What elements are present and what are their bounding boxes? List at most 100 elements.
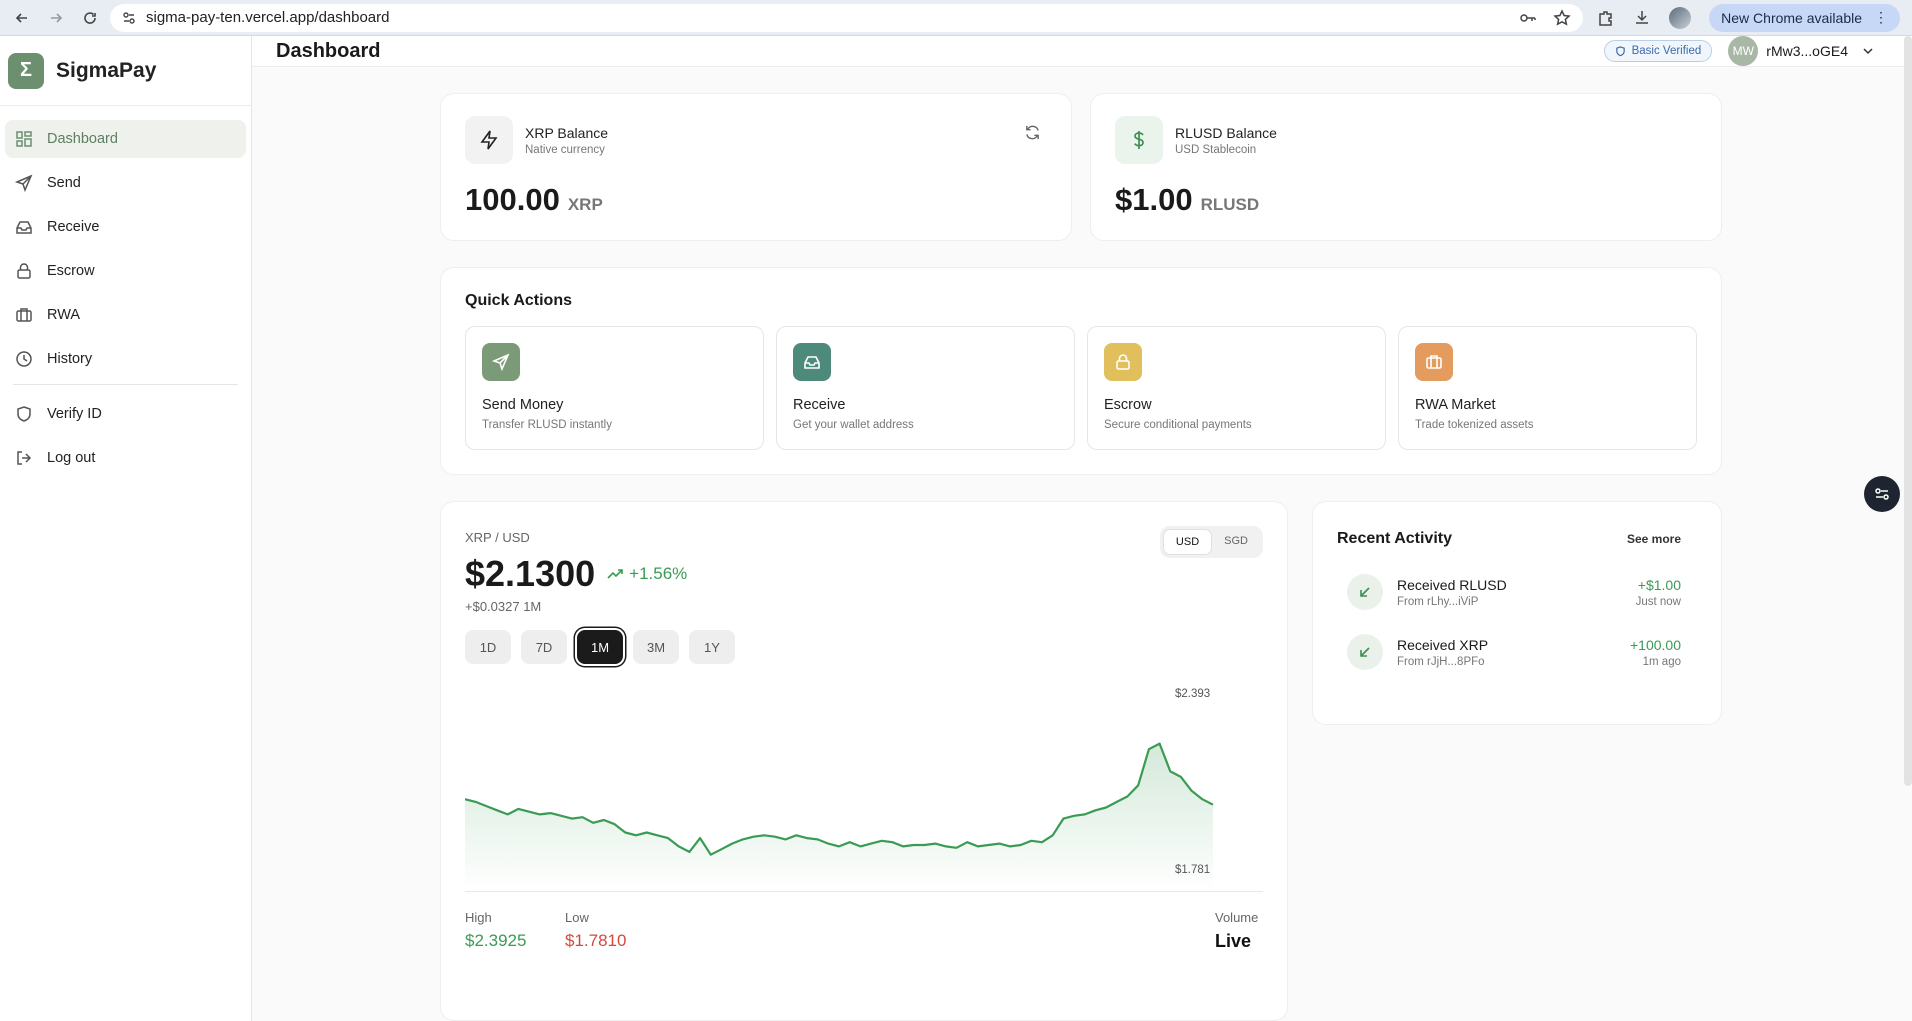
see-more-link[interactable]: See more [1627,532,1681,546]
main-area: Dashboard Basic Verified MW rMw3...oGE4 [252,36,1912,1021]
inbox-icon [793,343,831,381]
balance-name: XRP Balance [525,124,609,141]
currency-usd-button[interactable]: USD [1162,529,1213,555]
activity-item[interactable]: Received RLUSD From rLhy...iViP +$1.00 J… [1337,574,1697,610]
back-icon[interactable] [8,4,36,32]
balance-amount: $1.00 RLUSD [1115,182,1697,218]
balance-value: 100.00 [465,182,560,217]
sidebar-item-escrow[interactable]: Escrow [5,252,246,290]
lock-icon [15,262,33,280]
brand[interactable]: Σ SigmaPay [0,36,251,106]
refresh-icon[interactable] [1024,124,1041,141]
range-1m-button[interactable]: 1M [577,630,623,664]
sidebar: Σ SigmaPay Dashboard Send Receive Escrow [0,36,252,1021]
forward-icon[interactable] [42,4,70,32]
range-1y-button[interactable]: 1Y [689,630,735,664]
stat-high: High $2.3925 [465,910,565,952]
price-chart-svg [465,742,1214,892]
site-settings-icon[interactable] [122,11,136,25]
arrow-down-left-icon [1347,574,1383,610]
quick-action-name: Escrow [1104,397,1152,413]
reload-icon[interactable] [76,4,104,32]
activity-item[interactable]: Received XRP From rJjH...8PFo +100.00 1m… [1337,634,1697,670]
account-menu[interactable]: MW rMw3...oGE4 [1728,36,1874,66]
stat-volume-value: Live [1215,931,1252,951]
clock-icon [15,350,33,368]
activity-from: From rJjH...8PFo [1397,655,1485,668]
price-change-abs: +$0.0327 1M [465,599,542,614]
balance-value: $1.00 [1115,182,1193,217]
range-3m-button[interactable]: 3M [633,630,679,664]
sidebar-divider [13,384,238,385]
filter-list-icon[interactable] [1864,476,1900,512]
quick-action-rwa-market[interactable]: RWA Market Trade tokenized assets [1398,326,1697,450]
price-chart-card: XRP / USD $2.1300 +1.56% +$0.0327 1M USD… [440,501,1288,1021]
stat-low-value: $1.7810 [565,931,627,950]
chrome-update-button[interactable]: New Chrome available ⋮ [1709,3,1900,32]
sidebar-item-logout[interactable]: Log out [5,439,246,477]
page-scrollbar[interactable] [1904,36,1912,786]
range-7d-button[interactable]: 7D [521,630,567,664]
quick-actions-title: Quick Actions [465,292,572,309]
sidebar-item-label: Receive [47,219,100,235]
quick-action-desc: Get your wallet address [793,419,914,431]
dollar-icon [1115,116,1163,164]
current-price: $2.1300 [465,553,596,594]
sidebar-item-rwa[interactable]: RWA [5,296,246,334]
chart-high-label: $2.393 [1175,688,1211,700]
briefcase-icon [1415,343,1453,381]
avatar: MW [1728,36,1759,66]
activity-time: 1m ago [1642,655,1681,668]
download-icon[interactable] [1633,9,1651,27]
brand-name: SigmaPay [56,58,157,82]
sidebar-item-history[interactable]: History [5,340,246,378]
browser-toolbar: sigma-pay-ten.vercel.app/dashboard New C… [0,0,1912,36]
rlusd-balance-card: RLUSD Balance USD Stablecoin $1.00 RLUSD [1090,93,1722,241]
quick-actions-card: Quick Actions Send Money Transfer RLUSD … [440,267,1722,475]
currency-sgd-button[interactable]: SGD [1212,529,1260,555]
range-1d-button[interactable]: 1D [465,630,511,664]
sidebar-item-receive[interactable]: Receive [5,208,246,246]
balance-amount: 100.00 XRP [465,182,1047,218]
balance-unit: RLUSD [1200,195,1260,214]
activity-amount: +$1.00 [1637,576,1681,593]
bookmark-star-icon[interactable] [1553,8,1571,27]
balance-name: RLUSD Balance [1175,124,1277,141]
address-bar[interactable]: sigma-pay-ten.vercel.app/dashboard [110,3,1584,32]
arrow-down-left-icon [1347,634,1383,670]
chrome-update-label: New Chrome available [1721,9,1862,26]
send-icon [482,343,520,381]
quick-action-receive[interactable]: Receive Get your wallet address [776,326,1075,450]
extensions-icon[interactable] [1597,9,1615,27]
recent-activity-title: Recent Activity [1337,530,1452,547]
quick-action-send-money[interactable]: Send Money Transfer RLUSD instantly [465,326,764,450]
sigma-logo-icon: Σ [8,52,44,89]
sidebar-item-send[interactable]: Send [5,164,246,202]
browser-profile-avatar[interactable] [1669,6,1692,29]
quick-action-escrow[interactable]: Escrow Secure conditional payments [1087,326,1386,450]
currency-toggle: USD SGD [1159,526,1263,558]
verification-badge: Basic Verified [1603,40,1713,62]
sidebar-item-verify-id[interactable]: Verify ID [5,395,246,433]
shield-icon [15,405,33,423]
topbar: Dashboard Basic Verified MW rMw3...oGE4 [252,36,1912,67]
sidebar-item-label: Log out [47,450,96,466]
logout-icon [15,449,33,467]
activity-time: Just now [1635,595,1681,608]
xrp-balance-card: XRP Balance Native currency 100.00 XRP [440,93,1072,241]
activity-from: From rLhy...iViP [1397,595,1479,608]
account-address: rMw3...oGE4 [1766,43,1848,59]
price-change: +1.56% [607,564,687,584]
stat-low: Low $1.7810 [565,910,685,952]
price-chart: $2.393 $1.781 [465,682,1263,892]
balance-subtitle: USD Stablecoin [1175,143,1257,156]
sidebar-item-dashboard[interactable]: Dashboard [5,120,246,158]
sidebar-item-label: Verify ID [47,406,102,422]
price-stats: High $2.3925 Low $1.7810 Volume Live [465,910,1263,952]
stat-low-label: Low [565,910,589,925]
verification-badge-label: Basic Verified [1631,45,1702,57]
dashboard-content: XRP Balance Native currency 100.00 XRP R… [252,67,1912,1021]
password-key-icon[interactable] [1519,9,1537,27]
shield-icon [1615,45,1626,57]
kebab-menu-icon[interactable]: ⋮ [1874,9,1888,26]
